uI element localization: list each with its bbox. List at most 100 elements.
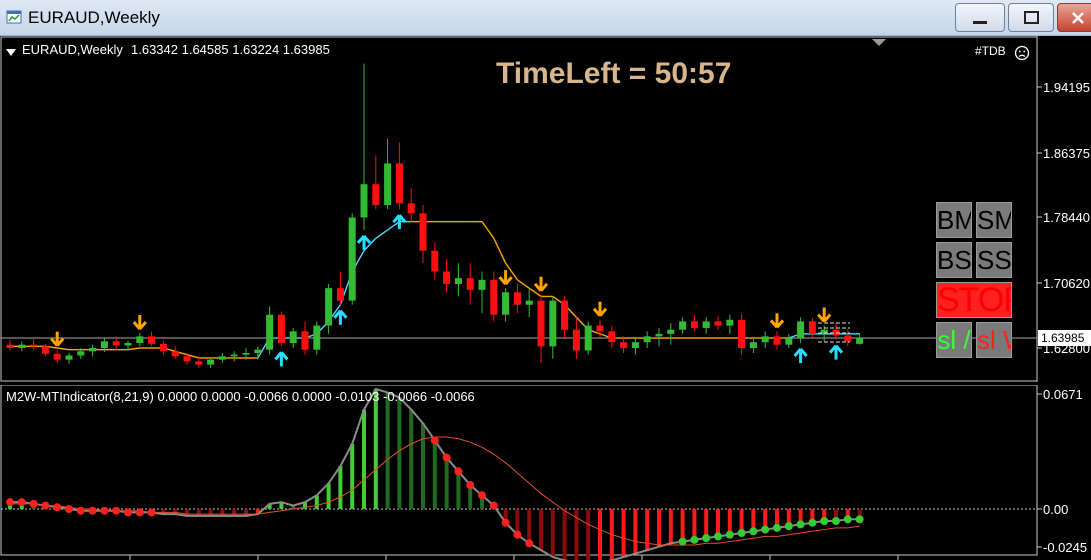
candle-body bbox=[313, 325, 321, 350]
signal-dot bbox=[725, 530, 734, 539]
current-price-tag: 1.63985 bbox=[1038, 330, 1091, 346]
osc-axis-label: 0.00 bbox=[1043, 502, 1069, 517]
histogram-bar bbox=[539, 509, 543, 551]
candle-body bbox=[6, 344, 14, 348]
oscillator-header: M2W-MTIndicator(8,21,9) 0.0000 0.0000 -0… bbox=[6, 389, 475, 404]
sl-buy-button[interactable]: sl / bbox=[936, 322, 972, 358]
candle-body bbox=[608, 331, 616, 343]
histogram-bar bbox=[373, 389, 378, 509]
window-title: EURAUD,Weekly bbox=[28, 8, 160, 27]
histogram-bar bbox=[314, 495, 319, 509]
histogram-bar bbox=[692, 509, 697, 540]
osc-axis-label: 0.0671 bbox=[1043, 387, 1083, 402]
oscillator-chart[interactable] bbox=[0, 385, 1091, 560]
candle-body bbox=[348, 217, 356, 301]
signal-dot bbox=[29, 499, 38, 508]
histogram-bar bbox=[527, 509, 532, 544]
timeleft-label: TimeLeft = 50:57 bbox=[496, 57, 732, 90]
candle-body bbox=[726, 319, 734, 326]
histogram-bar bbox=[220, 509, 225, 516]
signal-dot bbox=[100, 506, 109, 515]
candle-body bbox=[325, 288, 333, 326]
candle-body bbox=[502, 292, 510, 315]
histogram-bar bbox=[432, 440, 437, 509]
signal-dot bbox=[478, 491, 486, 500]
histogram-bar bbox=[704, 509, 709, 539]
price-axis-label: 1.78440 bbox=[1043, 210, 1090, 225]
sell-stop-button[interactable]: SS bbox=[976, 242, 1012, 278]
histogram-bar bbox=[657, 509, 661, 547]
buy-stop-button[interactable]: BS bbox=[936, 242, 972, 278]
price-axis-label: 1.70620 bbox=[1043, 276, 1090, 291]
candle-body bbox=[620, 342, 628, 348]
histogram-bar bbox=[326, 483, 331, 509]
candle-body bbox=[667, 329, 675, 334]
signal-dot bbox=[702, 534, 711, 543]
signal-dot bbox=[773, 523, 781, 532]
candle-body bbox=[360, 184, 368, 218]
candle-body bbox=[301, 331, 309, 350]
candle-body bbox=[395, 163, 403, 204]
signal-dot bbox=[124, 508, 132, 517]
close-button[interactable] bbox=[1057, 3, 1091, 32]
signal-dot bbox=[147, 508, 156, 517]
histogram-bar bbox=[456, 471, 461, 509]
sell-market-button[interactable]: SM bbox=[976, 202, 1012, 238]
candle-body bbox=[89, 348, 97, 352]
candle-body bbox=[112, 341, 120, 346]
candle-body bbox=[797, 321, 805, 339]
histogram-bar bbox=[421, 423, 425, 509]
histogram-bar bbox=[362, 409, 366, 509]
signal-dot bbox=[454, 467, 463, 476]
price-axis-label: 1.86375 bbox=[1043, 146, 1090, 161]
histogram-bar bbox=[385, 392, 390, 509]
candle-body bbox=[159, 343, 167, 352]
candle-body bbox=[18, 344, 26, 348]
candle-body bbox=[443, 271, 451, 284]
buy-market-button[interactable]: BM bbox=[936, 202, 972, 238]
minimize-button[interactable] bbox=[955, 3, 1005, 32]
candle-body bbox=[572, 329, 580, 351]
signal-dot bbox=[714, 532, 722, 541]
histogram-bar bbox=[550, 509, 555, 557]
window-titlebar: EURAUD,Weekly bbox=[0, 0, 1091, 36]
histogram-bar bbox=[716, 509, 720, 537]
signal-dot bbox=[690, 535, 699, 544]
candle-body bbox=[372, 184, 380, 206]
candle-body bbox=[844, 335, 852, 342]
ohlc-values: 1.63342 1.64585 1.63224 1.63985 bbox=[131, 42, 330, 57]
histogram-bar bbox=[621, 509, 626, 557]
signal-dot bbox=[6, 498, 14, 507]
maximize-button[interactable] bbox=[1008, 3, 1054, 32]
candle-body bbox=[171, 351, 179, 357]
signal-dot bbox=[489, 501, 498, 510]
stop-button[interactable]: STOP bbox=[936, 282, 1012, 318]
indicator-tag: #TDB bbox=[975, 44, 1006, 58]
candle-body bbox=[655, 333, 663, 337]
signal-dot bbox=[135, 508, 144, 517]
maximize-icon bbox=[1024, 11, 1039, 24]
symbol-header: EURAUD,Weekly bbox=[22, 42, 123, 57]
candle-body bbox=[53, 353, 61, 360]
candle-body bbox=[856, 338, 864, 344]
price-axis-label: 1.94195 bbox=[1043, 80, 1090, 95]
signal-dot bbox=[843, 515, 852, 524]
signal-dot bbox=[41, 501, 50, 510]
histogram-bar bbox=[562, 509, 567, 560]
candle-body bbox=[230, 354, 238, 357]
candle-body bbox=[738, 319, 746, 348]
candle-body bbox=[773, 336, 781, 345]
candle-body bbox=[289, 331, 297, 344]
signal-dot bbox=[796, 520, 805, 529]
histogram-bar bbox=[397, 397, 402, 509]
candle-body bbox=[785, 338, 793, 345]
candle-body bbox=[384, 163, 392, 206]
panel-collapse-icon[interactable] bbox=[6, 44, 16, 62]
candle-body bbox=[679, 321, 687, 330]
candle-body bbox=[266, 314, 274, 350]
candle-body bbox=[749, 342, 757, 348]
sl-sell-button[interactable]: sl W bbox=[976, 322, 1012, 358]
signal-dot bbox=[761, 525, 770, 534]
signal-dot bbox=[88, 506, 97, 515]
candle-body bbox=[714, 321, 722, 326]
